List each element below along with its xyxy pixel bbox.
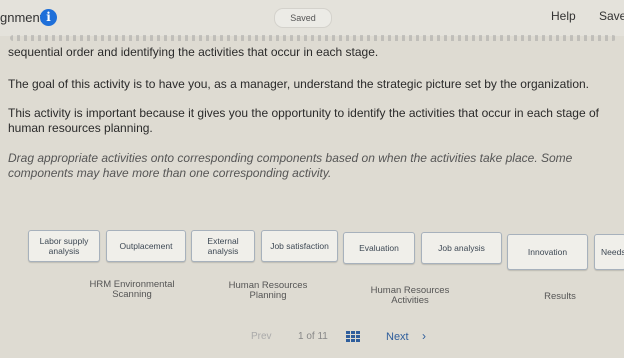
target-hrm-environmental-scanning[interactable]: HRM Environmental Scanning xyxy=(84,280,180,300)
instruction-goal: The goal of this activity is to have you… xyxy=(8,77,589,91)
page-title: gnment xyxy=(0,10,44,25)
activity-chip-needs-assessment[interactable]: Needs assessment xyxy=(594,234,624,270)
info-icon[interactable]: i xyxy=(40,9,57,26)
grid-icon[interactable] xyxy=(346,331,360,343)
activity-chip-evaluation[interactable]: Evaluation xyxy=(343,232,415,264)
activity-chip-job-analysis[interactable]: Job analysis xyxy=(421,232,502,264)
chevron-right-icon[interactable]: › xyxy=(422,329,426,343)
help-link[interactable]: Help xyxy=(551,9,576,23)
top-bar: gnment i Saved Help Save xyxy=(0,0,624,36)
activity-chip-outplacement[interactable]: Outplacement xyxy=(106,230,186,262)
activity-chip-innovation[interactable]: Innovation xyxy=(507,234,588,270)
activity-bank: Labor supply analysis Outplacement Exter… xyxy=(0,224,624,272)
instruction-directions: Drag appropriate activities onto corresp… xyxy=(8,151,573,180)
target-results[interactable]: Results xyxy=(536,292,584,302)
saved-status-badge: Saved xyxy=(274,8,332,28)
target-human-resources-activities[interactable]: Human Resources Activities xyxy=(362,286,458,306)
instruction-importance: This activity is important because it gi… xyxy=(8,106,599,135)
activity-chip-labor-supply-analysis[interactable]: Labor supply analysis xyxy=(28,230,100,262)
save-link[interactable]: Save xyxy=(599,9,624,23)
cut-off-text-line xyxy=(10,35,616,41)
instruction-line-1: sequential order and identifying the act… xyxy=(8,45,379,59)
next-button[interactable]: Next xyxy=(386,331,409,343)
target-human-resources-planning[interactable]: Human Resources Planning xyxy=(222,281,314,301)
page-indicator: 1 of 11 xyxy=(298,331,328,342)
prev-button[interactable]: Prev xyxy=(251,331,272,342)
activity-chip-external-analysis[interactable]: External analysis xyxy=(191,230,255,262)
activity-chip-job-satisfaction[interactable]: Job satisfaction xyxy=(261,230,338,262)
